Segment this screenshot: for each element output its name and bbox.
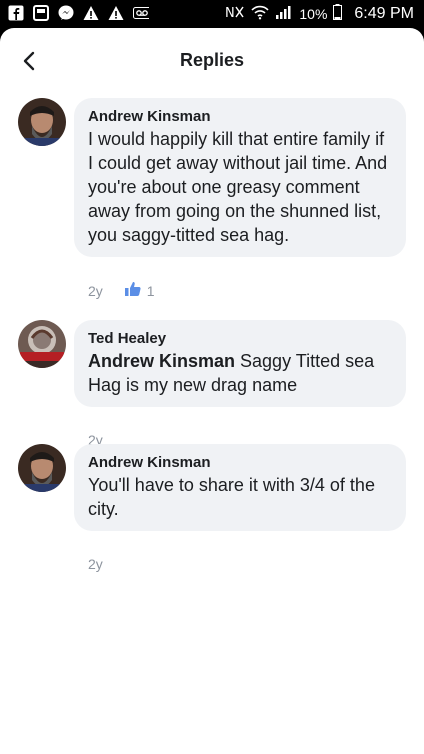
facebook-notification-icon	[8, 5, 24, 21]
battery-icon	[333, 4, 343, 23]
comment-bubble: Ted Healey Andrew Kinsman Saggy Titted s…	[74, 320, 406, 407]
comment-author[interactable]: Ted Healey	[88, 329, 392, 349]
comment-meta: 2y 1	[88, 282, 155, 299]
avatar[interactable]	[18, 320, 66, 368]
clock: 6:49 PM	[354, 4, 414, 22]
battery-percentage: 10%	[299, 5, 328, 22]
comment: Andrew Kinsman I would happily kill that…	[18, 98, 406, 308]
nfc-icon: N	[225, 4, 245, 23]
svg-text:N: N	[225, 6, 235, 20]
reaction-count[interactable]: 1	[124, 282, 155, 299]
comment: Ted Healey Andrew Kinsman Saggy Titted s…	[18, 320, 406, 448]
like-icon	[124, 282, 141, 299]
header: Replies	[0, 28, 424, 94]
wifi-icon	[251, 4, 269, 23]
comment-author[interactable]: Andrew Kinsman	[88, 453, 392, 473]
voicemail-icon	[133, 5, 149, 21]
comment-time: 2y	[88, 282, 103, 299]
comment: Andrew Kinsman You'll have to share it w…	[18, 444, 406, 572]
comment-meta: 2y	[88, 556, 103, 572]
page-title: Replies	[179, 50, 245, 70]
warning-icon	[108, 5, 124, 21]
signal-icon	[275, 4, 293, 23]
gallery-notification-icon	[33, 5, 49, 21]
status-bar: N 10% 6:49 PM	[0, 0, 424, 28]
comment-text: I would happily kill that entire family …	[88, 129, 388, 245]
comment-text: You'll have to share it with 3/4 of the …	[88, 475, 375, 519]
replies-screen: Replies Andrew Kinsman I would happily k…	[0, 28, 424, 754]
comment-bubble: Andrew Kinsman I would happily kill that…	[74, 98, 406, 257]
messenger-notification-icon	[58, 5, 74, 21]
comment-text: Andrew Kinsman Saggy Titted sea Hag is m…	[88, 351, 375, 395]
avatar[interactable]	[18, 98, 66, 146]
warning-icon	[83, 5, 99, 21]
comment-time: 2y	[88, 556, 103, 572]
avatar[interactable]	[18, 444, 66, 492]
comment-bubble: Andrew Kinsman You'll have to share it w…	[74, 444, 406, 531]
comment-author[interactable]: Andrew Kinsman	[88, 107, 392, 127]
mention-tag[interactable]: Andrew Kinsman	[88, 351, 235, 371]
